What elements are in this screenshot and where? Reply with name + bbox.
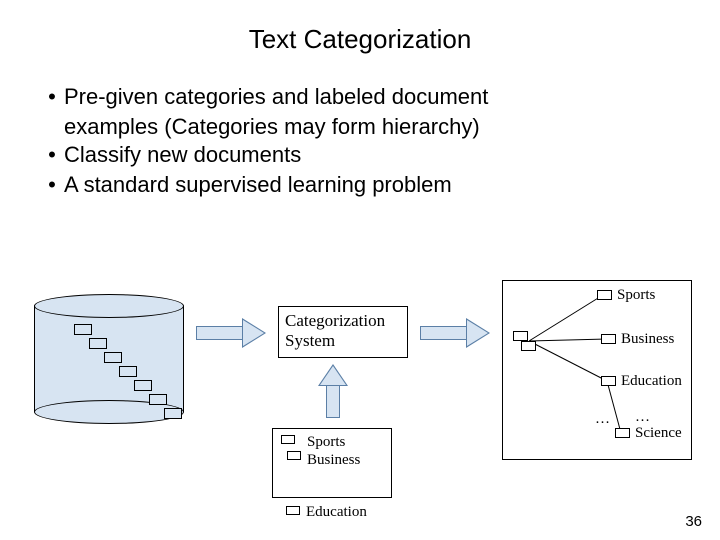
- bullet-dot: •: [40, 171, 64, 199]
- category-business-label: Business: [621, 331, 674, 348]
- bullet-dot: •: [40, 141, 64, 169]
- document-icon: [89, 338, 107, 349]
- training-education-label: Education: [306, 504, 367, 520]
- document-icon: [119, 366, 137, 377]
- bullet-2: Classify new documents: [64, 141, 301, 169]
- document-icon: [601, 334, 616, 344]
- arrow-up-icon: [318, 364, 348, 418]
- database-icon: [34, 294, 184, 424]
- document-icon: [521, 341, 536, 351]
- document-icon: [615, 428, 630, 438]
- category-tree-box: Sports Business Education Science … …: [502, 280, 692, 460]
- category-science-label: Science: [635, 425, 682, 442]
- ellipsis-label: …: [635, 409, 650, 426]
- training-education-row: Education: [306, 504, 367, 521]
- system-label-2: System: [285, 331, 401, 351]
- diagram-area: Categorization System Sports Business Ed…: [0, 260, 720, 540]
- training-business-label: Business: [307, 451, 391, 469]
- categorization-system-box: Categorization System: [278, 306, 408, 358]
- document-icon: [513, 331, 528, 341]
- document-icon: [134, 380, 152, 391]
- training-examples-box: Sports Business: [272, 428, 392, 498]
- bullet-3: A standard supervised learning problem: [64, 171, 452, 199]
- document-icon: [601, 376, 616, 386]
- category-sports-label: Sports: [617, 287, 655, 304]
- document-icon: [74, 324, 92, 335]
- arrow-right-icon: [420, 318, 490, 348]
- training-sports-label: Sports: [307, 433, 391, 451]
- arrow-right-icon: [196, 318, 266, 348]
- document-icon: [287, 451, 301, 460]
- document-icon: [286, 506, 300, 515]
- document-icon: [164, 408, 182, 419]
- document-icon: [597, 290, 612, 300]
- category-education-label: Education: [621, 373, 682, 390]
- document-icon: [149, 394, 167, 405]
- bullet-dot: •: [40, 83, 64, 111]
- bullet-1-line1: Pre-given categories and labeled documen…: [64, 83, 488, 111]
- document-icon: [281, 435, 295, 444]
- system-label-1: Categorization: [285, 311, 401, 331]
- page-number: 36: [685, 513, 702, 530]
- document-icon: [104, 352, 122, 363]
- slide-title: Text Categorization: [0, 0, 720, 55]
- bullet-list: • Pre-given categories and labeled docum…: [40, 83, 720, 199]
- ellipsis-label: …: [595, 411, 610, 428]
- bullet-1-line2: examples (Categories may form hierarchy): [64, 113, 720, 141]
